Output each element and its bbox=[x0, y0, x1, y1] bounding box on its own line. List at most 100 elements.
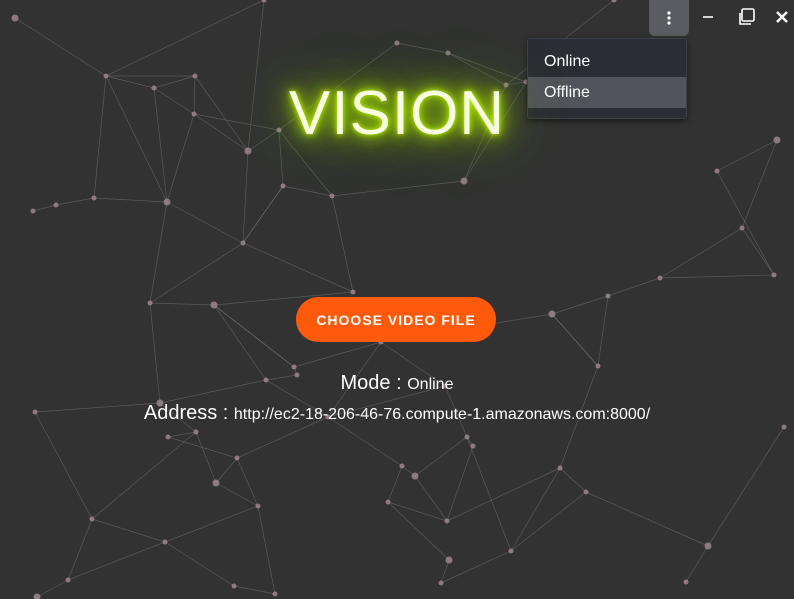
network-node bbox=[445, 556, 453, 564]
network-edge bbox=[167, 436, 238, 459]
network-node bbox=[193, 429, 199, 435]
vertical-ellipsis-icon bbox=[667, 11, 671, 25]
choose-video-file-button[interactable]: CHOOSE VIDEO FILE bbox=[296, 297, 496, 342]
network-edge bbox=[597, 295, 609, 367]
network-edge bbox=[167, 431, 197, 438]
network-edge bbox=[67, 518, 93, 581]
network-edge bbox=[440, 550, 512, 584]
network-node bbox=[411, 472, 419, 480]
restore-button[interactable] bbox=[728, 0, 764, 34]
network-node bbox=[460, 177, 468, 185]
network-edge bbox=[105, 0, 265, 77]
network-edge bbox=[242, 150, 249, 244]
network-edge bbox=[293, 341, 382, 368]
menu-item-online[interactable]: Online bbox=[528, 46, 686, 77]
network-edge bbox=[551, 295, 609, 315]
app-title: VISION bbox=[288, 79, 506, 148]
close-button[interactable] bbox=[764, 0, 794, 34]
network-edge bbox=[559, 467, 587, 493]
network-node bbox=[329, 193, 335, 199]
network-node bbox=[280, 183, 286, 189]
network-edge bbox=[659, 274, 775, 279]
network-edge bbox=[396, 42, 449, 54]
network-node bbox=[438, 580, 444, 586]
network-node bbox=[255, 503, 261, 509]
restore-icon bbox=[739, 8, 755, 25]
network-edge bbox=[510, 491, 587, 552]
network-node bbox=[240, 240, 246, 246]
network-node bbox=[53, 202, 59, 208]
network-node bbox=[548, 310, 556, 318]
network-node bbox=[231, 583, 237, 589]
network-edge bbox=[659, 227, 743, 279]
network-node bbox=[444, 518, 450, 524]
network-node bbox=[30, 208, 36, 214]
network-node bbox=[611, 0, 617, 3]
network-node bbox=[65, 577, 71, 583]
mode-value: Online bbox=[407, 376, 454, 393]
network-edge bbox=[551, 313, 599, 367]
network-edge bbox=[685, 545, 709, 583]
network-edge bbox=[91, 431, 197, 520]
network-node bbox=[683, 579, 689, 585]
network-edge bbox=[149, 302, 215, 306]
network-node bbox=[714, 168, 720, 174]
address-value: http://ec2-18-206-46-76.compute-1.amazon… bbox=[233, 406, 651, 423]
network-node bbox=[771, 272, 777, 278]
network-edge bbox=[282, 185, 333, 197]
network-edge bbox=[387, 465, 403, 503]
network-edge bbox=[707, 426, 785, 547]
network-edge bbox=[446, 467, 561, 522]
network-edge bbox=[55, 197, 95, 206]
network-edge bbox=[34, 411, 93, 520]
network-edge bbox=[741, 139, 778, 229]
address-label: Address : bbox=[143, 402, 234, 424]
close-icon bbox=[776, 11, 788, 23]
network-node bbox=[394, 40, 400, 46]
network-edge bbox=[331, 180, 465, 197]
network-node bbox=[210, 301, 218, 309]
network-node bbox=[508, 548, 514, 554]
network-edge bbox=[213, 304, 295, 368]
network-node bbox=[385, 499, 391, 505]
network-edge bbox=[242, 242, 354, 293]
network-node bbox=[234, 455, 240, 461]
network-node bbox=[350, 289, 356, 295]
network-edge bbox=[14, 17, 107, 77]
network-edge bbox=[741, 227, 775, 276]
network-edge bbox=[215, 457, 238, 484]
network-node bbox=[212, 479, 220, 487]
network-edge bbox=[236, 457, 259, 507]
network-node bbox=[162, 539, 168, 545]
network-node bbox=[291, 364, 297, 370]
network-node bbox=[464, 434, 470, 440]
network-edge bbox=[414, 475, 448, 522]
network-node bbox=[261, 0, 267, 3]
network-node bbox=[147, 300, 153, 306]
network-node bbox=[657, 275, 663, 281]
mode-line: Mode : Online bbox=[0, 372, 794, 395]
minimize-button[interactable] bbox=[690, 0, 726, 34]
network-edge bbox=[195, 431, 217, 484]
network-edge bbox=[164, 541, 235, 587]
network-edge bbox=[36, 579, 69, 598]
network-edge bbox=[164, 505, 259, 543]
network-edge bbox=[149, 201, 168, 304]
network-node bbox=[163, 198, 171, 206]
network-edge bbox=[166, 201, 244, 244]
network-edge bbox=[446, 445, 474, 522]
network-node bbox=[89, 516, 95, 522]
network-edge bbox=[32, 204, 57, 212]
network-edge bbox=[414, 436, 468, 477]
network-node bbox=[557, 465, 563, 471]
network-node bbox=[781, 424, 787, 430]
network-node bbox=[165, 434, 171, 440]
network-node bbox=[272, 591, 278, 597]
network-node bbox=[33, 593, 41, 599]
minimize-icon bbox=[703, 16, 713, 18]
network-edge bbox=[510, 467, 561, 552]
network-edge bbox=[67, 541, 166, 581]
network-edge bbox=[607, 277, 661, 297]
network-edge bbox=[585, 491, 709, 547]
menu-button[interactable] bbox=[649, 0, 689, 36]
